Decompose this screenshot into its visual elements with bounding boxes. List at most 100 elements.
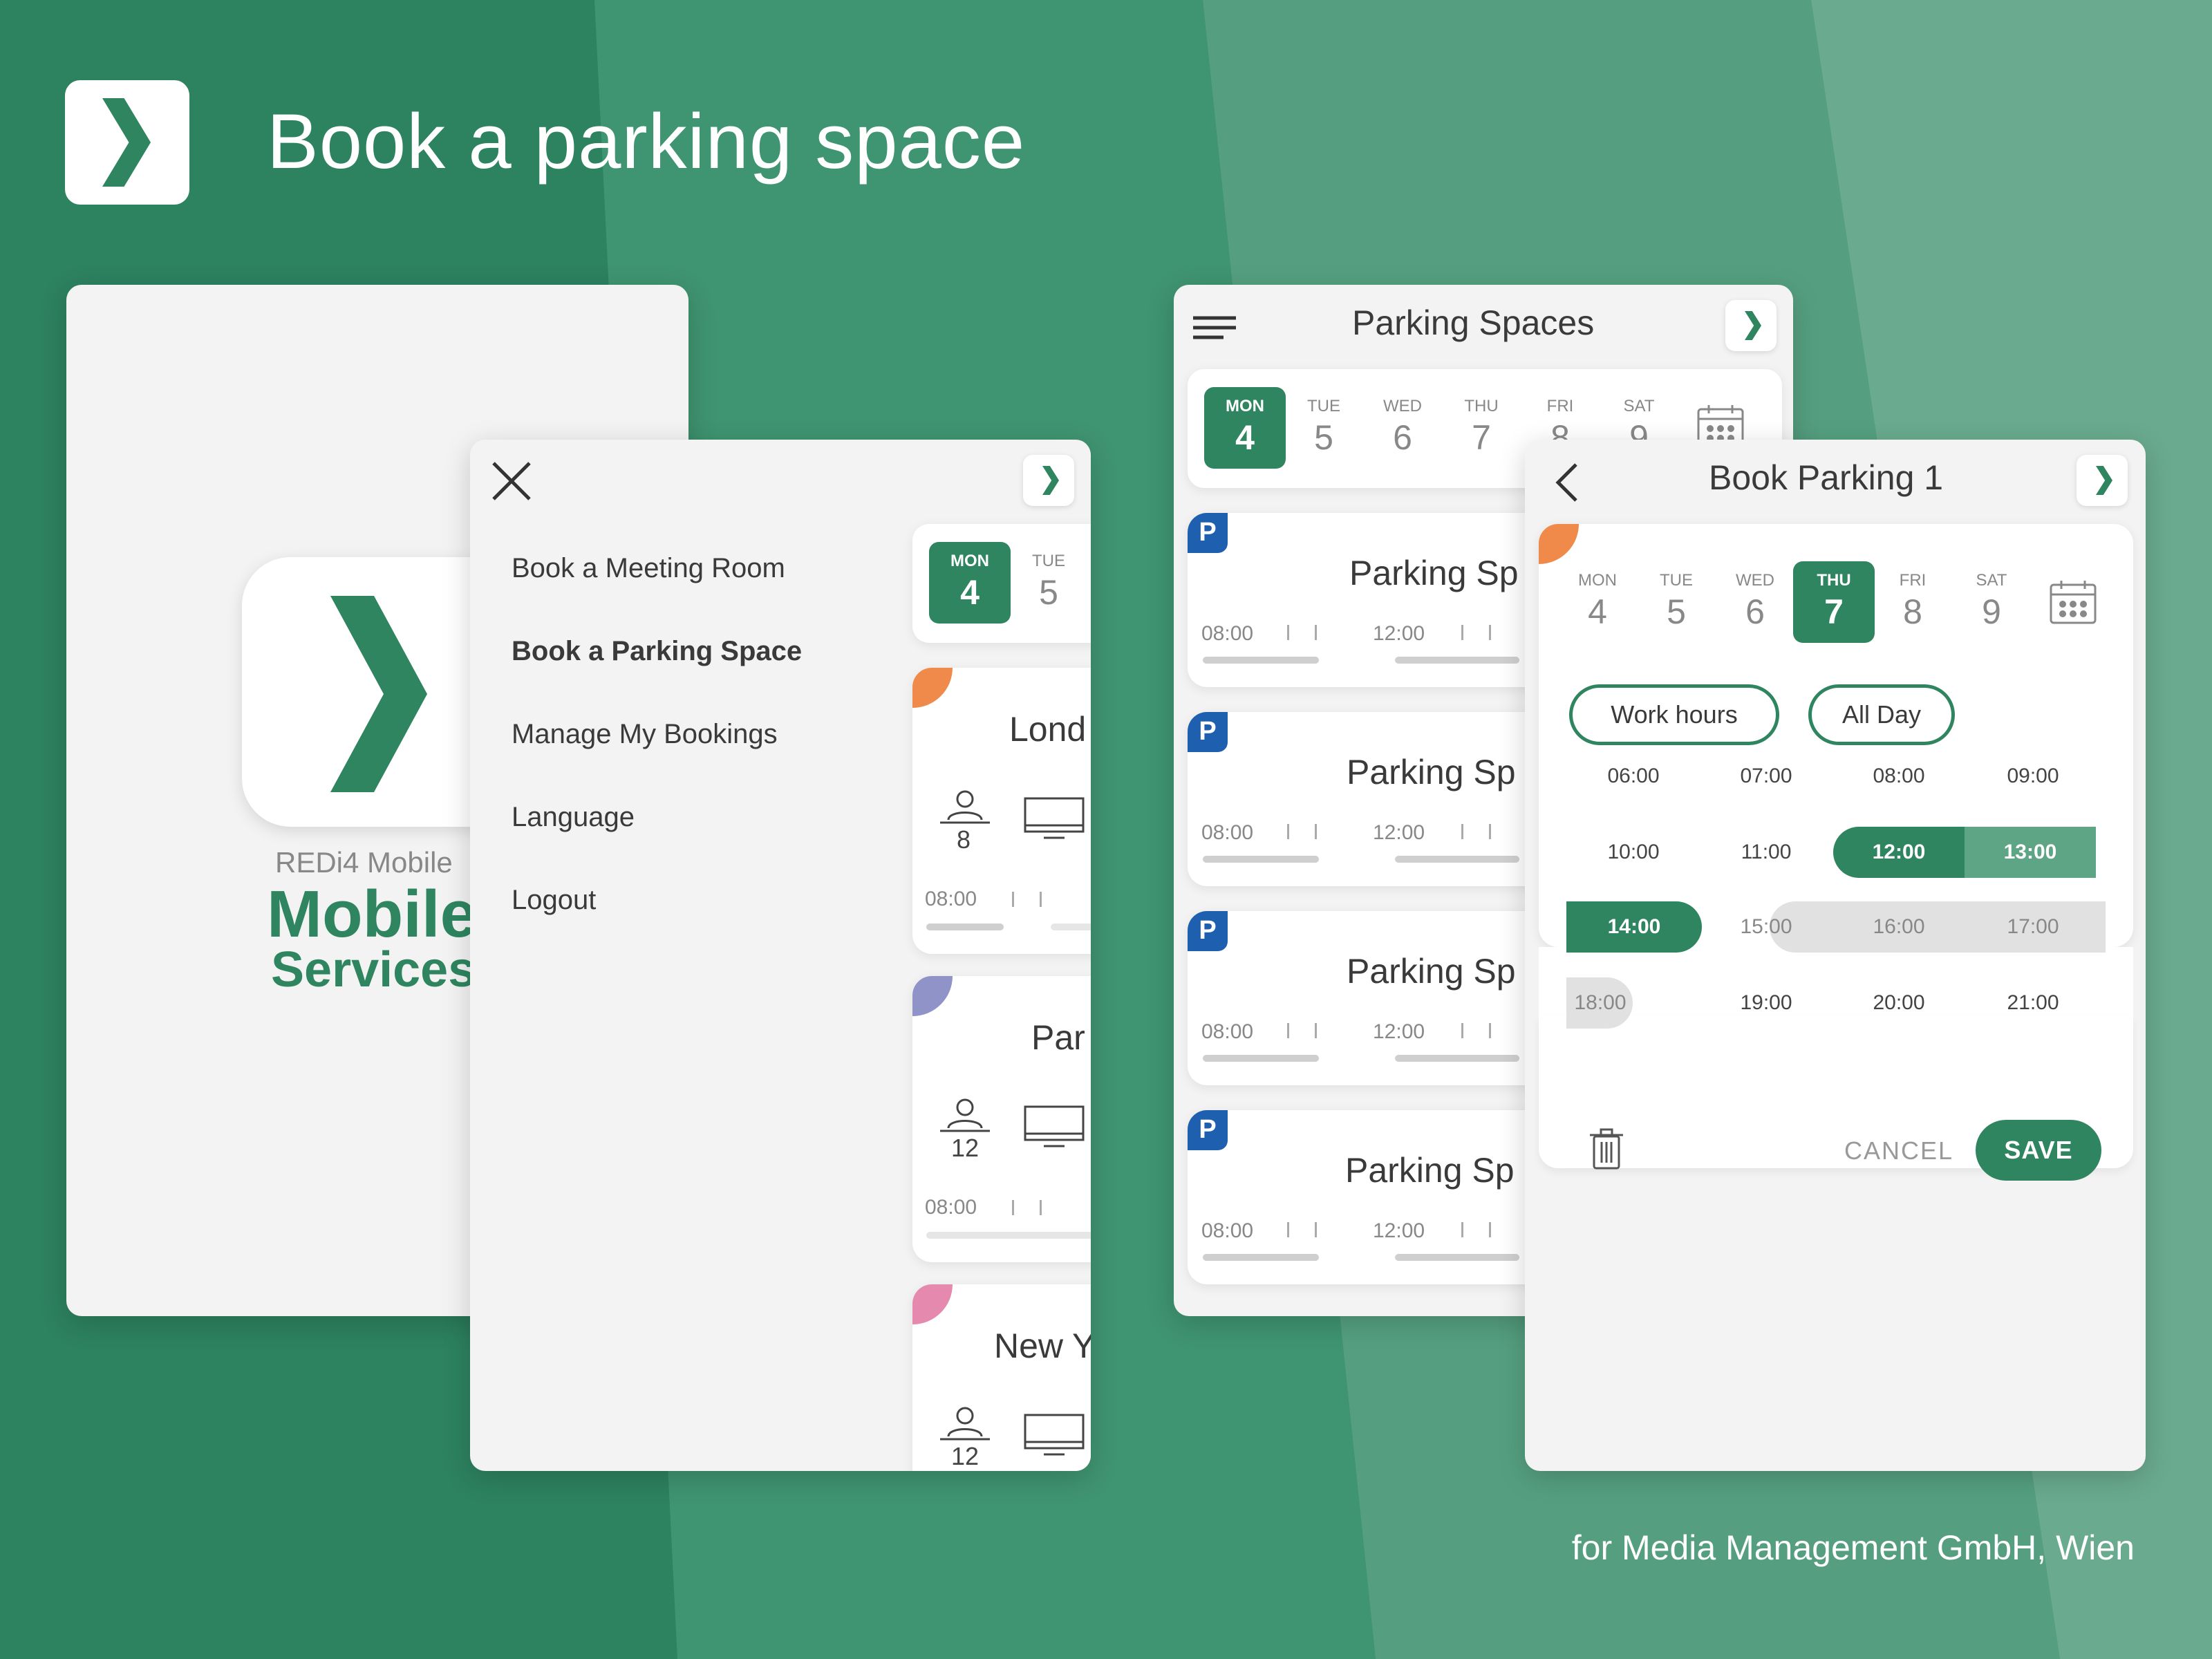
- brand-button[interactable]: [1023, 455, 1074, 506]
- time-mid: 12:00: [1373, 622, 1425, 645]
- day-thu[interactable]: THU 7: [1793, 561, 1875, 643]
- app-subtitle: REDi4 Mobile: [275, 846, 453, 879]
- menu-item-meeting-room[interactable]: Book a Meeting Room: [512, 553, 785, 584]
- room-card[interactable]: Lond 8 08:00: [912, 668, 1091, 954]
- availability-bar: [1203, 657, 1319, 664]
- day-date: 5: [1039, 573, 1058, 612]
- room-capacity: 8: [957, 825, 971, 854]
- calendar-icon[interactable]: [2049, 579, 2097, 625]
- time-slot-unavailable: 18:00: [1574, 991, 1627, 1014]
- day-mon[interactable]: MON 4: [1557, 561, 1638, 643]
- time-slot-selected[interactable]: 14:00: [1566, 901, 1702, 953]
- time-slot-selected[interactable]: 13:00: [1965, 827, 2096, 878]
- time-slot[interactable]: 06:00: [1568, 751, 1699, 802]
- day-wed[interactable]: WED 6: [1714, 561, 1796, 643]
- all-day-button[interactable]: All Day: [1808, 684, 1955, 745]
- logo-chevron-icon: [1042, 466, 1059, 495]
- availability-bar: [1051, 924, 1091, 930]
- day-date: 8: [1903, 592, 1922, 631]
- time-mid: 12:00: [1373, 821, 1425, 844]
- hamburger-icon[interactable]: [1193, 315, 1236, 343]
- availability-bar: [1395, 1055, 1519, 1062]
- calendar-strip: MON 4 TUE 5: [912, 524, 1091, 643]
- room-capacity: 12: [951, 1134, 980, 1162]
- monitor-icon: [1024, 1414, 1085, 1456]
- day-tue[interactable]: TUE 5: [1283, 387, 1365, 469]
- timeline-tick: [1287, 824, 1289, 839]
- room-name: Par: [1031, 1018, 1085, 1057]
- time-slot[interactable]: 07:00: [1700, 751, 1832, 802]
- parking-space-name: Parking Sp: [1347, 753, 1516, 791]
- day-mon[interactable]: MON 4: [929, 542, 1011, 624]
- time-slot[interactable]: 08:00: [1833, 751, 1965, 802]
- brand-button[interactable]: [2077, 455, 2128, 506]
- room-card[interactable]: Par 12 08:00: [912, 976, 1091, 1262]
- save-button[interactable]: SAVE: [1976, 1120, 2101, 1181]
- screen-title: Parking Spaces: [1352, 303, 1595, 342]
- day-name: WED: [1736, 571, 1774, 590]
- timeline-tick: [1040, 1200, 1042, 1215]
- parking-color-tag: [1539, 524, 1579, 564]
- day-thu[interactable]: THU 7: [1441, 387, 1522, 469]
- day-date: 4: [1588, 592, 1607, 631]
- time-slot[interactable]: 21:00: [1967, 977, 2099, 1029]
- day-wed[interactable]: WED 6: [1362, 387, 1443, 469]
- time-slot[interactable]: 11:00: [1700, 827, 1832, 878]
- back-icon[interactable]: [1553, 460, 1580, 505]
- menu-item-manage-bookings[interactable]: Manage My Bookings: [512, 719, 778, 750]
- day-name: MON: [1578, 571, 1617, 590]
- day-tue[interactable]: TUE 5: [1635, 561, 1717, 643]
- brand-logo: [65, 80, 189, 205]
- menu-item-logout[interactable]: Logout: [512, 885, 596, 916]
- time-slot[interactable]: 20:00: [1833, 977, 1965, 1029]
- day-name: THU: [1464, 397, 1499, 415]
- room-color-tag: [912, 976, 953, 1016]
- time-slot-selected[interactable]: 12:00: [1833, 827, 1965, 878]
- day-sat[interactable]: SAT 9: [1951, 561, 2032, 643]
- close-icon[interactable]: [489, 459, 534, 503]
- availability-bar: [1203, 856, 1319, 863]
- day-tue[interactable]: TUE 5: [1008, 542, 1089, 624]
- day-name: WED: [1383, 397, 1422, 415]
- day-name: TUE: [1032, 552, 1065, 570]
- monitor-icon: [1024, 797, 1085, 839]
- app-title-line2: Services: [271, 942, 476, 997]
- time-start: 08:00: [1201, 1219, 1254, 1242]
- booking-card: MON 4 TUE 5 WED 6 THU 7 FRI 8 SAT 9 Work…: [1539, 524, 2133, 947]
- time-slot[interactable]: 10:00: [1568, 827, 1699, 878]
- person-icon: [940, 790, 990, 824]
- logo-chevron-icon: [1745, 311, 1761, 340]
- timeline-tick: [1315, 625, 1317, 640]
- time-slot[interactable]: 19:00: [1700, 977, 1832, 1029]
- menu-item-language[interactable]: Language: [512, 802, 635, 833]
- cancel-button[interactable]: CANCEL: [1844, 1136, 1953, 1165]
- parking-space-name: Parking Sp: [1347, 952, 1516, 991]
- logo-chevron-icon: [102, 98, 151, 187]
- menu-item-parking-space[interactable]: Book a Parking Space: [512, 636, 802, 667]
- timeline-tick: [1461, 1023, 1463, 1038]
- work-hours-button[interactable]: Work hours: [1569, 684, 1779, 745]
- footer-credit: for Media Management GmbH, Wien: [1571, 1528, 2135, 1567]
- room-card[interactable]: New Y 12: [912, 1284, 1091, 1471]
- trash-icon[interactable]: [1590, 1128, 1623, 1171]
- logo-chevron-icon: [330, 596, 427, 792]
- day-fri[interactable]: FRI 8: [1872, 561, 1953, 643]
- time-slot[interactable]: 09:00: [1967, 751, 2099, 802]
- room-capacity: 12: [951, 1442, 980, 1470]
- parking-space-name: Parking Sp: [1345, 1151, 1515, 1190]
- day-date: 6: [1393, 418, 1412, 457]
- parking-space-name: Parking Sp: [1349, 554, 1519, 592]
- availability-bar: [1395, 657, 1519, 664]
- time-start: 08:00: [1201, 1020, 1254, 1043]
- timeline-tick: [1287, 625, 1289, 640]
- availability-bar: [1203, 1254, 1319, 1261]
- time-mid: 12:00: [1373, 1219, 1425, 1242]
- brand-button[interactable]: [1725, 300, 1777, 351]
- timeline-tick: [1315, 1222, 1317, 1237]
- monitor-icon: [1024, 1105, 1085, 1147]
- room-color-tag: [912, 668, 953, 708]
- day-mon[interactable]: MON 4: [1204, 387, 1286, 469]
- timeline-tick: [1287, 1023, 1289, 1038]
- day-name: FRI: [1899, 571, 1927, 590]
- day-date: 7: [1472, 418, 1491, 457]
